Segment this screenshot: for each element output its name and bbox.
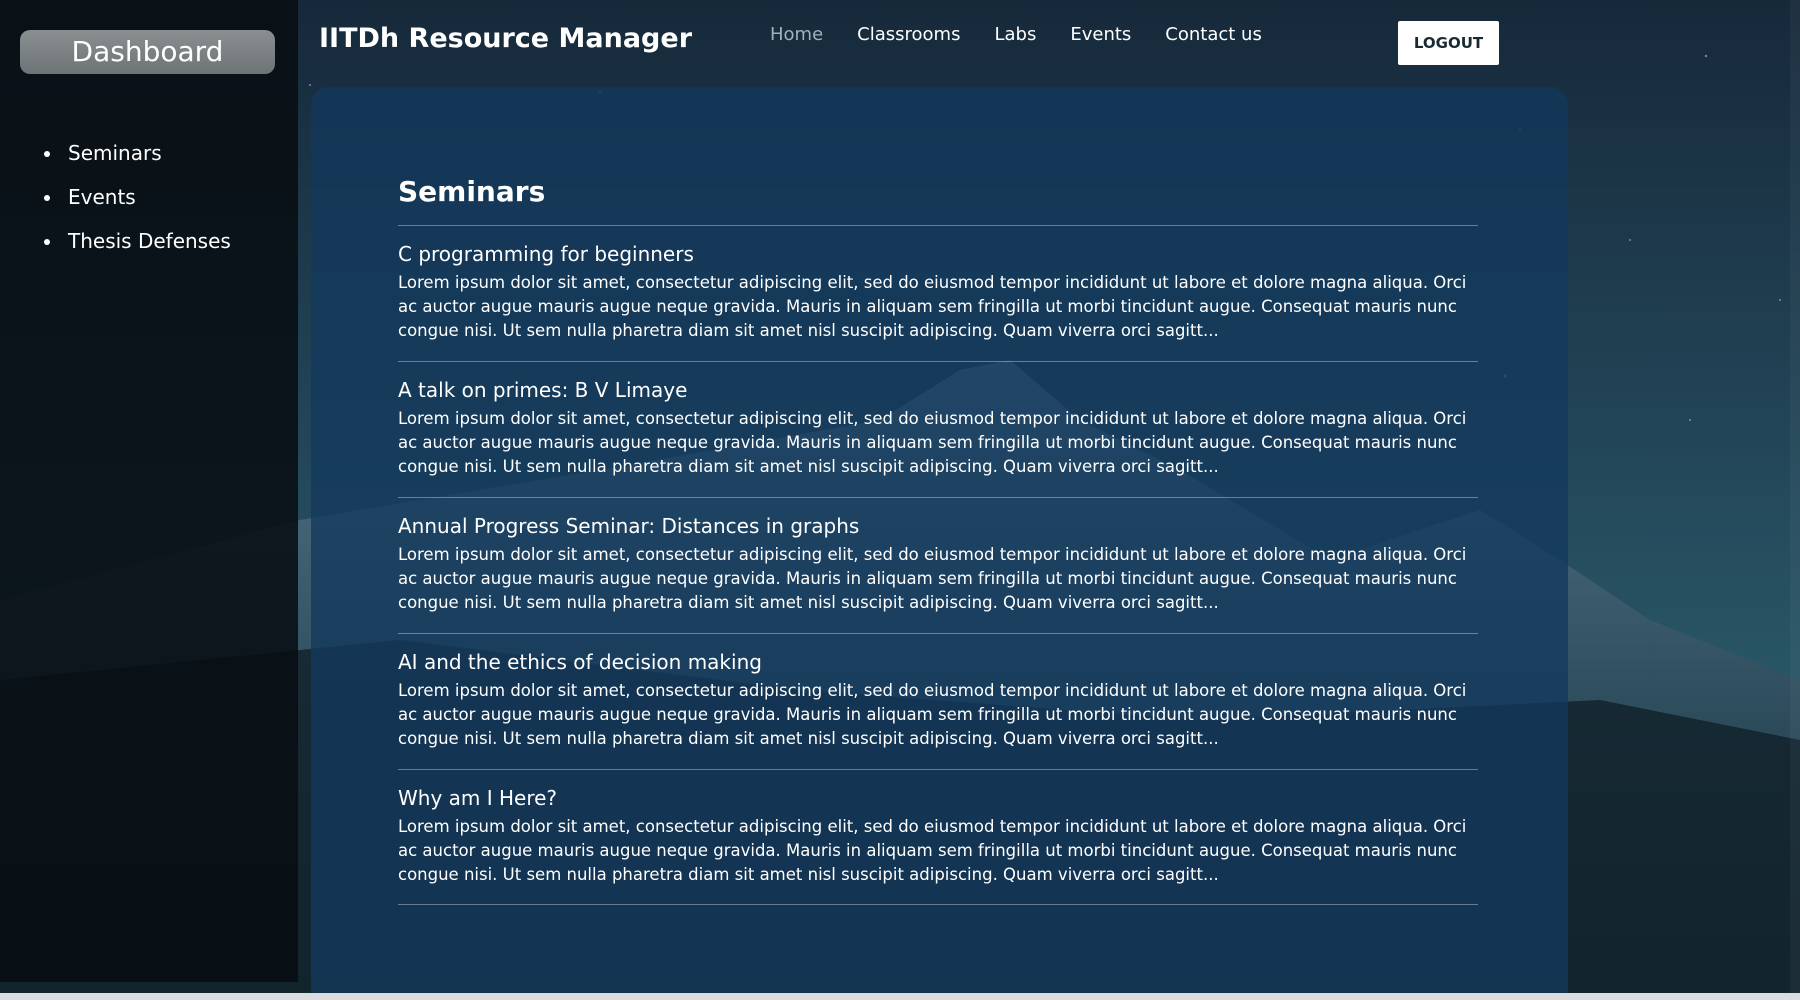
seminar-title-link[interactable]: Annual Progress Seminar: Distances in gr… — [398, 511, 1478, 541]
nav-contact-link[interactable]: Contact us — [1165, 20, 1262, 50]
dashboard-button[interactable]: Dashboard — [20, 30, 275, 74]
sidebar-item-label: Thesis Defenses — [68, 229, 231, 253]
seminars-panel: Seminars C programming for beginners Lor… — [311, 87, 1568, 1000]
seminar-description: Lorem ipsum dolor sit amet, consectetur … — [398, 681, 1467, 748]
sidebar-item-events[interactable]: Events — [40, 179, 231, 223]
nav-home-link[interactable]: Home — [770, 20, 823, 50]
vertical-scrollbar[interactable] — [1790, 0, 1800, 1000]
sidebar: Dashboard Seminars Events Thesis Defense… — [0, 0, 298, 982]
bullet-icon — [44, 151, 50, 157]
sidebar-item-thesis-defenses[interactable]: Thesis Defenses — [40, 223, 231, 267]
seminar-item: Annual Progress Seminar: Distances in gr… — [398, 497, 1478, 633]
seminar-item: C programming for beginners Lorem ipsum … — [398, 225, 1478, 361]
seminar-title-link[interactable]: Why am I Here? — [398, 783, 1478, 813]
seminar-item: AI and the ethics of decision making Lor… — [398, 633, 1478, 769]
seminar-title-link[interactable]: C programming for beginners — [398, 239, 1478, 269]
logout-button[interactable]: LOGOUT — [1398, 21, 1499, 65]
bullet-icon — [44, 195, 50, 201]
seminar-title-link[interactable]: A talk on primes: B V Limaye — [398, 375, 1478, 405]
seminar-description: Lorem ipsum dolor sit amet, consectetur … — [398, 273, 1467, 340]
seminar-description: Lorem ipsum dolor sit amet, consectetur … — [398, 545, 1467, 612]
page-title: Seminars — [398, 175, 546, 208]
sidebar-item-label: Events — [68, 185, 136, 209]
nav-events-link[interactable]: Events — [1070, 20, 1131, 50]
page-root: Dashboard Seminars Events Thesis Defense… — [0, 0, 1800, 1000]
horizontal-scrollbar[interactable] — [0, 993, 1800, 1000]
seminar-item: Why am I Here? Lorem ipsum dolor sit ame… — [398, 769, 1478, 905]
sidebar-item-seminars[interactable]: Seminars — [40, 135, 231, 179]
nav-classrooms-link[interactable]: Classrooms — [857, 20, 960, 50]
seminar-list: C programming for beginners Lorem ipsum … — [398, 225, 1478, 905]
seminar-title-link[interactable]: AI and the ethics of decision making — [398, 647, 1478, 677]
app-brand-title: IITDh Resource Manager — [319, 23, 693, 54]
top-nav: Home Classrooms Labs Events Contact us — [770, 20, 1296, 50]
seminar-description: Lorem ipsum dolor sit amet, consectetur … — [398, 409, 1467, 476]
sidebar-item-label: Seminars — [68, 141, 162, 165]
seminar-item: A talk on primes: B V Limaye Lorem ipsum… — [398, 361, 1478, 497]
seminar-description: Lorem ipsum dolor sit amet, consectetur … — [398, 817, 1467, 884]
sidebar-list: Seminars Events Thesis Defenses — [40, 135, 231, 267]
bullet-icon — [44, 239, 50, 245]
nav-labs-link[interactable]: Labs — [994, 20, 1036, 50]
